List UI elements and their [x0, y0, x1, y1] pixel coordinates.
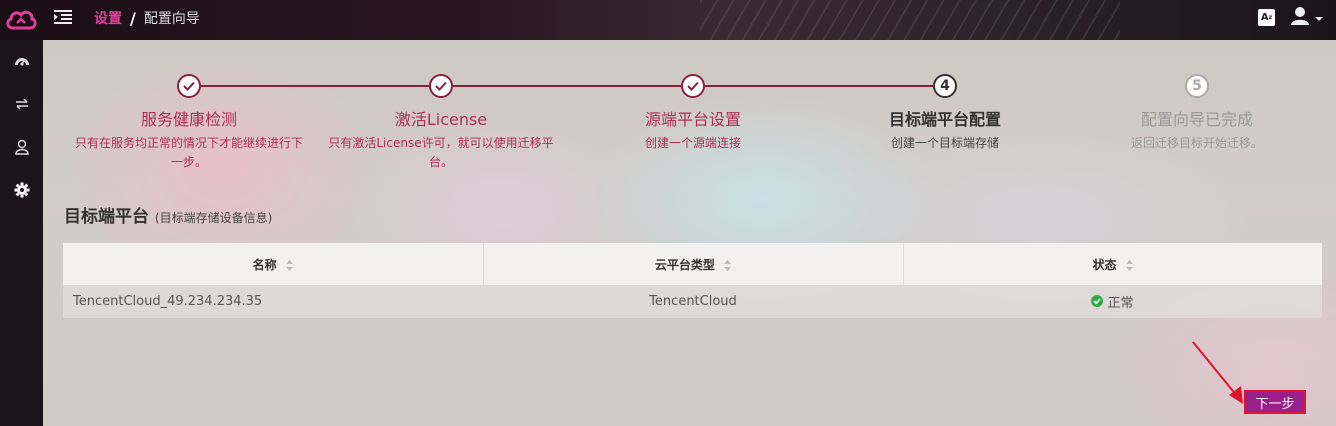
menu-collapse-icon[interactable]: [54, 9, 72, 27]
column-header-platform-type[interactable]: 云平台类型: [483, 243, 904, 285]
step-5: 5 配置向导已完成 返回迁移目标开始迁移。: [1071, 74, 1323, 153]
step-title: 激活License: [394, 110, 488, 129]
column-header-name[interactable]: 名称: [63, 243, 484, 285]
cell-status: 正常: [903, 285, 1322, 318]
chevron-down-icon: [1315, 17, 1323, 21]
section-title: 目标端平台 (目标端存储设备信息): [64, 202, 272, 227]
sort-icon: [285, 259, 293, 271]
main-content: 服务健康检测 只有在服务均正常的情况下才能继续进行下一步。 激活License …: [43, 40, 1336, 426]
step-2: 激活License 只有激活License许可，就可以使用迁移平台。: [315, 74, 567, 172]
language-switch-button[interactable]: Az: [1258, 9, 1275, 26]
column-header-label: 云平台类型: [654, 257, 715, 272]
step-title: 目标端平台配置: [888, 110, 1001, 129]
breadcrumb-settings-link[interactable]: 设置: [94, 8, 122, 28]
step-description: 创建一个目标端存储: [890, 136, 999, 150]
check-icon: [429, 74, 453, 98]
column-header-label: 状态: [1092, 257, 1117, 272]
step-number: 5: [1185, 74, 1209, 98]
sidebar: [0, 40, 43, 426]
step-title: 源端平台设置: [644, 110, 741, 129]
check-circle-icon: [1091, 295, 1104, 308]
column-header-status[interactable]: 状态: [903, 243, 1322, 285]
breadcrumb-separator: /: [130, 8, 136, 28]
step-description: 只有在服务均正常的情况下才能继续进行下一步。: [75, 136, 304, 169]
check-icon: [681, 74, 705, 98]
section-title-text: 目标端平台: [64, 207, 149, 227]
cell-platform: TencentCloud: [483, 285, 903, 318]
cell-name: TencentCloud_49.234.234.35: [63, 285, 483, 318]
annotation-arrow: [1192, 341, 1243, 404]
column-header-label: 名称: [252, 257, 277, 272]
sidebar-item-user[interactable]: [0, 132, 43, 162]
step-title: 服务健康检测: [140, 110, 237, 129]
step-1: 服务健康检测 只有在服务均正常的情况下才能继续进行下一步。: [63, 74, 315, 172]
transfer-icon: [15, 98, 28, 110]
sort-icon: [1125, 259, 1133, 271]
sort-icon: [724, 259, 732, 271]
step-number: 4: [933, 74, 957, 98]
step-4: 4 目标端平台配置 创建一个目标端存储: [819, 74, 1071, 153]
step-title: 配置向导已完成: [1140, 110, 1253, 129]
sidebar-item-dashboard[interactable]: [0, 46, 43, 76]
language-icon-label: A: [1260, 12, 1269, 23]
step-3: 源端平台设置 创建一个源端连接: [567, 74, 819, 153]
next-step-button[interactable]: 下一步: [1244, 390, 1306, 414]
gear-icon: [14, 182, 29, 198]
target-platform-table: 名称 云平台类型 状态 TencentCloud_49.234.234.35 T…: [63, 243, 1322, 318]
step-description: 返回迁移目标开始迁移。: [1130, 136, 1263, 150]
header-background-decoration: [700, 0, 1120, 40]
breadcrumb: 设置 / 配置向导: [94, 8, 200, 28]
section-subtitle: (目标端存储设备信息): [154, 211, 273, 225]
status-text: 正常: [1107, 295, 1134, 311]
dashboard-icon: [14, 58, 29, 66]
sidebar-item-settings[interactable]: [0, 175, 43, 205]
user-icon: [14, 139, 29, 155]
step-description: 创建一个源端连接: [644, 136, 741, 150]
table-header-row: 名称 云平台类型 状态: [63, 243, 1322, 285]
check-icon: [177, 74, 201, 98]
wizard-steps: 服务健康检测 只有在服务均正常的情况下才能继续进行下一步。 激活License …: [63, 74, 1323, 214]
table-row[interactable]: TencentCloud_49.234.234.35 TencentCloud …: [63, 285, 1322, 318]
breadcrumb-current: 配置向导: [143, 11, 200, 27]
user-icon: [1291, 7, 1323, 25]
cloud-logo-icon[interactable]: [0, 0, 42, 40]
step-description: 只有激活License许可，就可以使用迁移平台。: [328, 136, 554, 169]
user-menu-button[interactable]: [1290, 6, 1324, 28]
top-bar: 设置 / 配置向导 Az: [0, 0, 1336, 40]
sidebar-item-migration[interactable]: [0, 89, 43, 119]
